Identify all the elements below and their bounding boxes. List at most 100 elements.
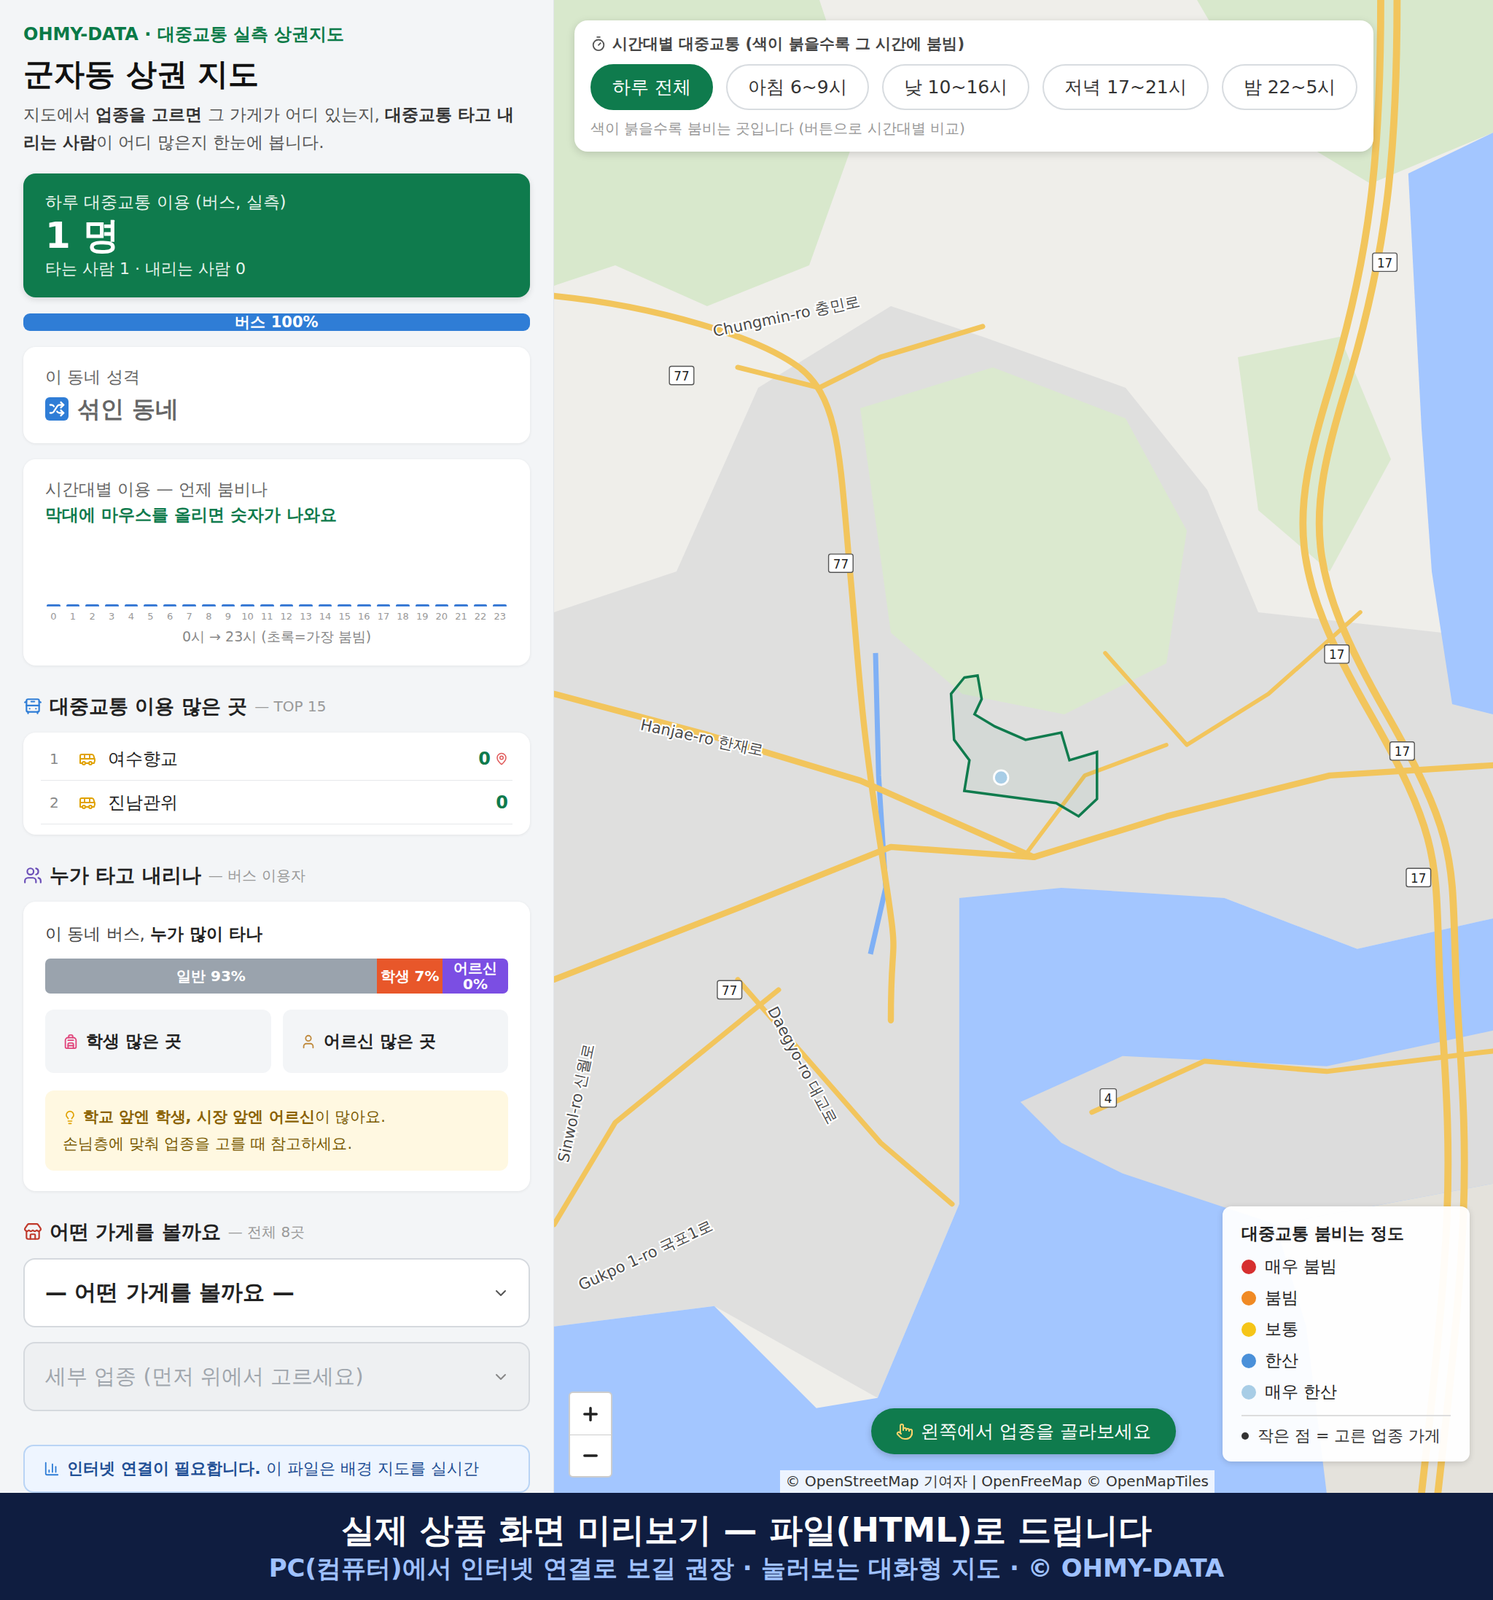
hour-tick: 7 <box>182 610 197 622</box>
time-filter-pill[interactable]: 낮 10~16시 <box>882 64 1031 111</box>
hour-tick: 10 <box>240 610 255 622</box>
seniors-button[interactable]: 어르신 많은 곳 <box>282 1009 509 1074</box>
route-shield: 77 <box>717 980 743 999</box>
lightbulb-icon <box>62 1110 78 1125</box>
time-filter-title: 시간대별 대중교통 (색이 붉을수록 그 시간에 붐빔) <box>590 33 1358 54</box>
hour-tick: 4 <box>124 610 139 622</box>
choose-prompt[interactable]: 왼쪽에서 업종을 골라보세요 <box>871 1408 1176 1455</box>
hour-bar[interactable] <box>337 604 352 607</box>
ridership-detail: 타는 사람 1 · 내리는 사람 0 <box>45 258 509 280</box>
hour-bar[interactable] <box>124 604 139 607</box>
legend-item: 매우 붐빔 <box>1241 1250 1451 1283</box>
zoom-out-button[interactable] <box>570 1434 611 1477</box>
sidebar: OHMY-DATA · 대중교통 실측 상권지도군자동 상권 지도지도에서 업종… <box>0 0 555 1493</box>
hour-bar[interactable] <box>201 604 216 607</box>
rider-share-bar: 일반 93%학생 7%어르신 0% <box>45 958 509 994</box>
hour-bar[interactable] <box>473 604 488 607</box>
svg-text:77: 77 <box>721 983 738 999</box>
hour-tick: 13 <box>298 610 313 622</box>
hour-bar[interactable] <box>143 604 158 607</box>
hour-bar[interactable] <box>279 604 294 607</box>
preview-banner: 실제 상품 화면 미리보기 — 파일(HTML)로 드립니다PC(컴퓨터)에서 … <box>0 1493 1493 1600</box>
legend-dot <box>1241 1385 1257 1400</box>
subcategory-select: 세부 업종 (먼저 위에서 고르세요) <box>23 1342 530 1412</box>
hour-bar[interactable] <box>318 604 333 607</box>
legend-note: 작은 점 = 고른 업종 가게 <box>1241 1414 1451 1448</box>
hour-tick: 9 <box>221 610 236 622</box>
hour-bar[interactable] <box>298 604 313 607</box>
pin-icon <box>494 752 509 766</box>
hour-tick: 17 <box>376 610 391 622</box>
hour-bar[interactable] <box>85 604 100 607</box>
hourly-card: 시간대별 이용 — 언제 붐비나막대에 마우스를 올리면 숫자가 나와요0123… <box>23 459 530 666</box>
bus-icon <box>78 750 97 768</box>
shuffle-icon <box>45 397 69 421</box>
chevron-icon <box>492 1284 510 1303</box>
hour-bar[interactable] <box>376 604 391 607</box>
route-shield: 17 <box>1390 742 1415 761</box>
hour-bar[interactable] <box>435 604 450 607</box>
hour-bar[interactable] <box>454 604 469 607</box>
zoom-control <box>568 1391 613 1478</box>
hour-tick: 21 <box>454 610 469 622</box>
character-card: 이 동네 성격섞인 동네 <box>23 347 530 444</box>
mode-bar: 버스 100% <box>23 313 530 331</box>
legend-dot <box>1241 1259 1257 1275</box>
road-label: Hanjae-ro 한재로 <box>639 715 766 759</box>
hourly-chart <box>45 554 509 607</box>
route-shield: 17 <box>1406 868 1432 887</box>
hour-bar[interactable] <box>492 604 507 607</box>
stop-row[interactable]: 2진남관위0 <box>40 780 513 825</box>
people-icon <box>23 866 43 886</box>
hour-tick: 2 <box>85 610 100 622</box>
hour-bar[interactable] <box>395 604 410 607</box>
hour-tick: 19 <box>415 610 430 622</box>
svg-text:17: 17 <box>1394 744 1410 759</box>
students-button[interactable]: 학생 많은 곳 <box>45 1009 272 1074</box>
mode-segment: 버스 100% <box>23 313 530 331</box>
stop-row[interactable]: 1여수향교0 <box>40 737 513 781</box>
route-shield: 17 <box>1372 252 1398 272</box>
category-select[interactable]: — 어떤 가게를 볼까요 — <box>23 1258 530 1328</box>
hour-bar[interactable] <box>163 604 178 607</box>
time-filter-pill[interactable]: 밤 22~5시 <box>1221 64 1359 111</box>
svg-text:77: 77 <box>673 368 689 384</box>
hour-tick: 5 <box>143 610 158 622</box>
hour-bar[interactable] <box>182 604 197 607</box>
stops-list: 1여수향교02진남관위0 <box>23 732 530 835</box>
time-filter-pill[interactable]: 아침 6~9시 <box>726 64 869 111</box>
stop-marker[interactable] <box>993 770 1009 786</box>
zoom-in-button[interactable] <box>570 1393 611 1435</box>
banner-subline: PC(컴퓨터)에서 인터넷 연결로 보길 권장 · 눌러보는 대화형 지도 · … <box>269 1552 1225 1584</box>
route-shield: 17 <box>1324 645 1350 664</box>
time-filter-pill[interactable]: 저녁 17~21시 <box>1042 64 1209 111</box>
legend-item: 매우 한산 <box>1241 1376 1451 1408</box>
dong-boundary <box>951 675 1098 817</box>
hour-bar[interactable] <box>221 604 236 607</box>
hour-tick: 22 <box>473 610 488 622</box>
hour-tick: 14 <box>318 610 333 622</box>
time-filter-pill[interactable]: 하루 전체 <box>590 64 713 111</box>
riders-card: 이 동네 버스, 누가 많이 타나일반 93%학생 7%어르신 0%학생 많은 … <box>23 901 530 1192</box>
svg-text:77: 77 <box>833 556 849 572</box>
pointer-icon <box>895 1423 914 1441</box>
chevron-icon <box>492 1368 510 1386</box>
hour-bar[interactable] <box>357 604 372 607</box>
chart-icon <box>43 1460 60 1477</box>
map[interactable]: Chungmin-ro 충민로Hanjae-ro 한재로Daegyo-ro 대교… <box>554 0 1493 1493</box>
hour-tick: 20 <box>435 610 450 622</box>
road-label: Gukpo 1-ro 국포1로 <box>575 1216 716 1294</box>
store-dot <box>1241 1432 1249 1440</box>
hour-bar[interactable] <box>46 604 61 607</box>
hour-bar[interactable] <box>260 604 275 607</box>
hour-bar[interactable] <box>240 604 255 607</box>
bus-icon <box>78 793 97 812</box>
svg-text:4: 4 <box>1104 1091 1113 1106</box>
hour-bar[interactable] <box>66 604 81 607</box>
hour-tick: 23 <box>492 610 507 622</box>
legend-item: 붐빔 <box>1241 1282 1451 1314</box>
hour-bar[interactable] <box>104 604 119 607</box>
intro-text: 지도에서 업종을 고르면 그 가게가 어디 있는지, 대중교통 타고 내리는 사… <box>23 100 530 157</box>
timer-icon <box>590 35 607 52</box>
hour-bar[interactable] <box>415 604 430 607</box>
